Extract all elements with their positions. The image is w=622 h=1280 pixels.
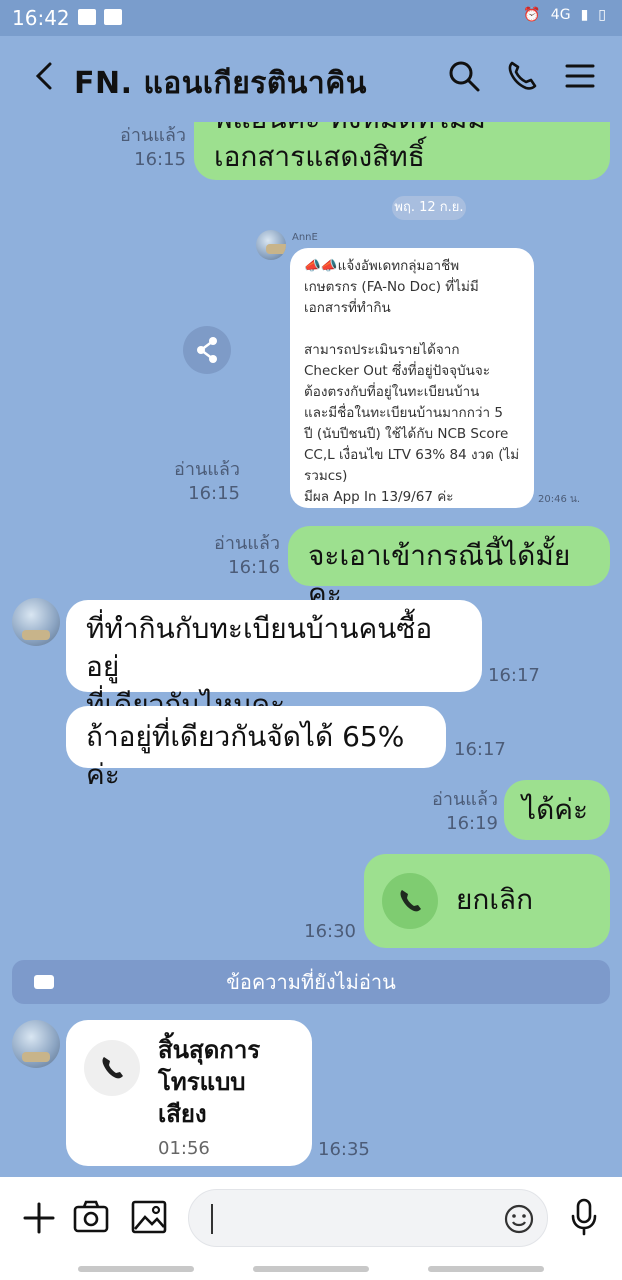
forwarded-text-line: สามารถประเมินรายได้จาก	[304, 342, 460, 358]
message-input[interactable]	[188, 1189, 548, 1247]
incoming-message[interactable]: ที่ทำกินกับทะเบียนบ้านคนซื้ออยู่ ที่เดีย…	[66, 600, 482, 721]
read-label: อ่านแล้ว	[432, 789, 498, 810]
call-duration: 01:56	[158, 1138, 210, 1159]
unread-label: ข้อความที่ยังไม่อ่าน	[226, 970, 396, 994]
forwarded-text-line: และมีชื่อในทะเบียนบ้านมากกว่า 5	[304, 405, 503, 421]
message-time: 16:35	[318, 1139, 370, 1160]
call-status-label: ยกเลิก	[456, 883, 534, 916]
forwarded-text-line: เอกสารที่ทำกิน	[304, 300, 391, 316]
call-status-line: เสียง	[158, 1100, 207, 1128]
unread-divider: ข้อความที่ยังไม่อ่าน	[12, 960, 610, 1004]
message-text: ได้ค่ะ	[522, 793, 589, 826]
forwarded-text-line: รวมcs)	[304, 468, 348, 484]
gallery-button[interactable]	[130, 1199, 168, 1235]
read-label: อ่านแล้ว	[174, 459, 240, 480]
alarm-icon: ⏰	[523, 7, 541, 23]
emoji-icon	[504, 1204, 534, 1234]
call-button[interactable]	[504, 58, 540, 94]
call-icon-circle	[84, 1040, 140, 1096]
outgoing-message[interactable]: ได้ค่ะ	[504, 780, 610, 840]
phone-icon	[102, 1057, 123, 1079]
message-text: พี่แอนคะ ทั้งหมดที่ไม่มี	[214, 122, 590, 138]
outgoing-message[interactable]: จะเอาเข้ากรณีนี้ได้มั้ยคะ	[288, 526, 610, 610]
read-label: อ่านแล้ว	[120, 125, 186, 146]
date-divider: พฤ. 12 ก.ย.	[392, 196, 466, 220]
chat-title: FN. แอนเกียรตินาคิน	[74, 66, 367, 101]
message-list[interactable]: พี่แอนคะ ทั้งหมดที่ไม่มี เอกสารแสดงสิทธิ…	[0, 122, 622, 1177]
call-status-label: สิ้นสุดการ โทรแบบ เสียง	[158, 1034, 260, 1130]
signal-icon: ▮	[580, 7, 589, 23]
forwarded-text-line: 📣📣แจ้งอัพเดทกลุ่มอาชีพ	[304, 258, 460, 274]
chevron-left-icon	[35, 62, 52, 90]
call-ended-message[interactable]: สิ้นสุดการ โทรแบบ เสียง 01:56	[66, 1020, 312, 1166]
phone-icon	[508, 61, 537, 90]
call-icon-circle	[382, 873, 438, 929]
forwarded-sender-name: AnnE	[292, 232, 318, 243]
outgoing-message[interactable]: พี่แอนคะ ทั้งหมดที่ไม่มี เอกสารแสดงสิทธิ…	[194, 122, 610, 180]
image-icon	[131, 1200, 167, 1234]
message-time: 16:15	[134, 149, 186, 170]
emoji-button[interactable]	[503, 1203, 535, 1235]
voice-button[interactable]	[568, 1197, 600, 1237]
message-time: 16:16	[228, 557, 280, 578]
camera-icon	[73, 1200, 109, 1233]
forwarded-inner-time: 20:46 น.	[538, 494, 581, 505]
forwarded-text-line: มีผล App In 13/9/67 ค่ะ	[304, 489, 454, 505]
phone-icon	[400, 890, 421, 912]
forwarded-text-line: Checker Out ซึ่งที่อยู่ปัจจุบันจะ	[304, 363, 490, 379]
forwarded-message-image[interactable]: 📣📣แจ้งอัพเดทกลุ่มอาชีพเกษตรกร (FA-No Doc…	[290, 248, 534, 508]
message-time: 16:30	[304, 921, 356, 942]
microphone-icon	[571, 1198, 597, 1236]
composer-bar	[0, 1177, 622, 1280]
add-button[interactable]	[22, 1201, 56, 1235]
forwarded-text-line: ต้องตรงกับที่อยู่ในทะเบียนบ้าน	[304, 384, 480, 400]
contact-avatar[interactable]	[12, 598, 60, 646]
share-button[interactable]	[183, 326, 231, 374]
camera-button[interactable]	[72, 1199, 110, 1235]
network-label: 4G	[550, 7, 571, 23]
text-cursor	[211, 1204, 213, 1234]
read-receipt: อ่านแล้ว 16:15	[100, 124, 186, 172]
chat-header: FN. แอนเกียรตินาคิน	[0, 36, 622, 122]
read-receipt: อ่านแล้ว 16:16	[192, 532, 280, 580]
message-text: เอกสารแสดงสิทธิ์	[214, 140, 425, 173]
forwarded-sender-avatar	[256, 230, 286, 260]
contact-avatar[interactable]	[12, 1020, 60, 1068]
forwarded-text-line: เกษตรกร (FA-No Doc) ที่ไม่มี	[304, 279, 479, 295]
incoming-message[interactable]: ถ้าอยู่ที่เดียวกันจัดได้ 65% ค่ะ	[66, 706, 446, 791]
unread-tag-icon	[34, 975, 54, 989]
call-cancelled-message[interactable]: ยกเลิก	[364, 854, 610, 948]
call-status-line: สิ้นสุดการ	[158, 1036, 261, 1064]
hamburger-menu-icon	[565, 64, 595, 88]
message-time: 16:19	[446, 813, 498, 834]
image-notification-icon	[78, 9, 96, 25]
forwarded-text-line: ปี (นับปีชนปี) ใช้ได้กับ NCB Score	[304, 426, 509, 442]
forwarded-text-line	[304, 319, 520, 340]
message-text: ที่ทำกินกับทะเบียนบ้านคนซื้ออยู่	[86, 612, 433, 683]
share-icon	[197, 337, 217, 363]
message-text: ถ้าอยู่ที่เดียวกันจัดได้ 65% ค่ะ	[86, 720, 405, 791]
read-label: อ่านแล้ว	[214, 533, 280, 554]
message-time: 16:17	[488, 665, 540, 686]
nav-gesture-hint	[428, 1266, 544, 1272]
nav-gesture-hint	[253, 1266, 369, 1272]
plus-icon	[23, 1202, 55, 1234]
read-receipt: อ่านแล้ว 16:19	[410, 788, 498, 836]
search-button[interactable]	[446, 58, 482, 94]
nav-gesture-hint	[78, 1266, 194, 1272]
back-button[interactable]	[28, 58, 64, 94]
status-time: 16:42	[12, 6, 70, 30]
forwarded-text-line: CC,L เงื่อนไข LTV 63% 84 งวด (ไม่	[304, 447, 520, 463]
status-bar: 16:42 ⏰ 4G ▮ ▯	[0, 0, 622, 36]
folder-notification-icon	[104, 9, 122, 25]
battery-icon: ▯	[598, 7, 606, 23]
call-status-line: โทรแบบ	[158, 1068, 246, 1096]
read-receipt: อ่านแล้ว 16:15	[150, 458, 240, 506]
menu-button[interactable]	[562, 58, 598, 94]
message-time: 16:17	[454, 739, 506, 760]
search-icon	[449, 61, 480, 92]
message-time: 16:15	[188, 483, 240, 504]
